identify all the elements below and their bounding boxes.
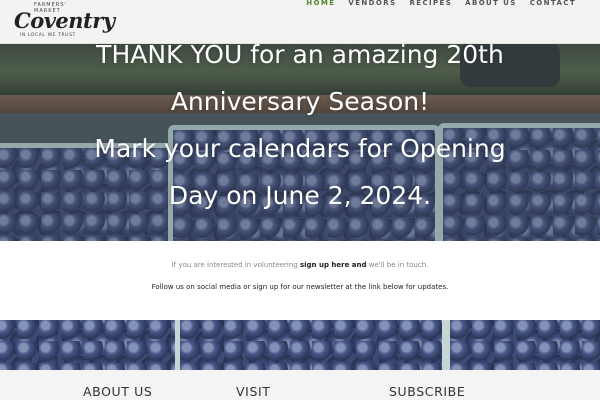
- logo-tagline: IN LOCAL WE TRUST: [20, 33, 76, 38]
- volunteer-prefix: If you are interested in volunteering: [171, 261, 298, 269]
- hero-message: THANK YOU for an amazing 20th Anniversar…: [0, 43, 600, 219]
- hero-line-1: THANK YOU for an amazing 20th: [96, 43, 504, 69]
- volunteer-text: If you are interested in volunteering si…: [0, 261, 600, 269]
- strip-berry-basket: [445, 320, 600, 370]
- volunteer-suffix: we'll be in touch.: [368, 261, 429, 269]
- footer-visit-heading: VISIT: [236, 384, 271, 399]
- coventry-logo[interactable]: FARMERS' MARKET Coventry IN LOCAL WE TRU…: [14, 2, 115, 40]
- nav-vendors[interactable]: VENDORS: [348, 0, 396, 7]
- main-nav: HOME VENDORS RECIPES ABOUT US CONTACT: [306, 0, 576, 7]
- strip-berry-basket: [175, 320, 447, 370]
- site-header: FARMERS' MARKET Coventry IN LOCAL WE TRU…: [0, 0, 600, 44]
- volunteer-signup-link[interactable]: sign up here and: [300, 261, 367, 269]
- strip-berry-basket: [0, 320, 180, 370]
- nav-recipes[interactable]: RECIPES: [409, 0, 452, 7]
- hero-line-3: Mark your calendars for Opening: [94, 134, 506, 163]
- hero-banner: THANK YOU for an amazing 20th Anniversar…: [0, 43, 600, 241]
- hero-line-2: Anniversary Season!: [170, 87, 430, 116]
- footer-subscribe-heading: SUBSCRIBE: [389, 384, 466, 399]
- nav-about-us[interactable]: ABOUT US: [465, 0, 517, 7]
- nav-contact[interactable]: CONTACT: [530, 0, 576, 7]
- follow-text: Follow us on social media or sign up for…: [151, 283, 449, 291]
- hero-line-4: Day on June 2, 2024.: [168, 181, 432, 210]
- berry-strip: [0, 320, 600, 370]
- logo-name: Coventry: [14, 8, 115, 33]
- site-footer: ABOUT US VISIT SUBSCRIBE: [0, 370, 600, 400]
- nav-home[interactable]: HOME: [306, 0, 335, 7]
- info-band: If you are interested in volunteering si…: [0, 241, 600, 320]
- footer-about-heading: ABOUT US: [83, 384, 153, 399]
